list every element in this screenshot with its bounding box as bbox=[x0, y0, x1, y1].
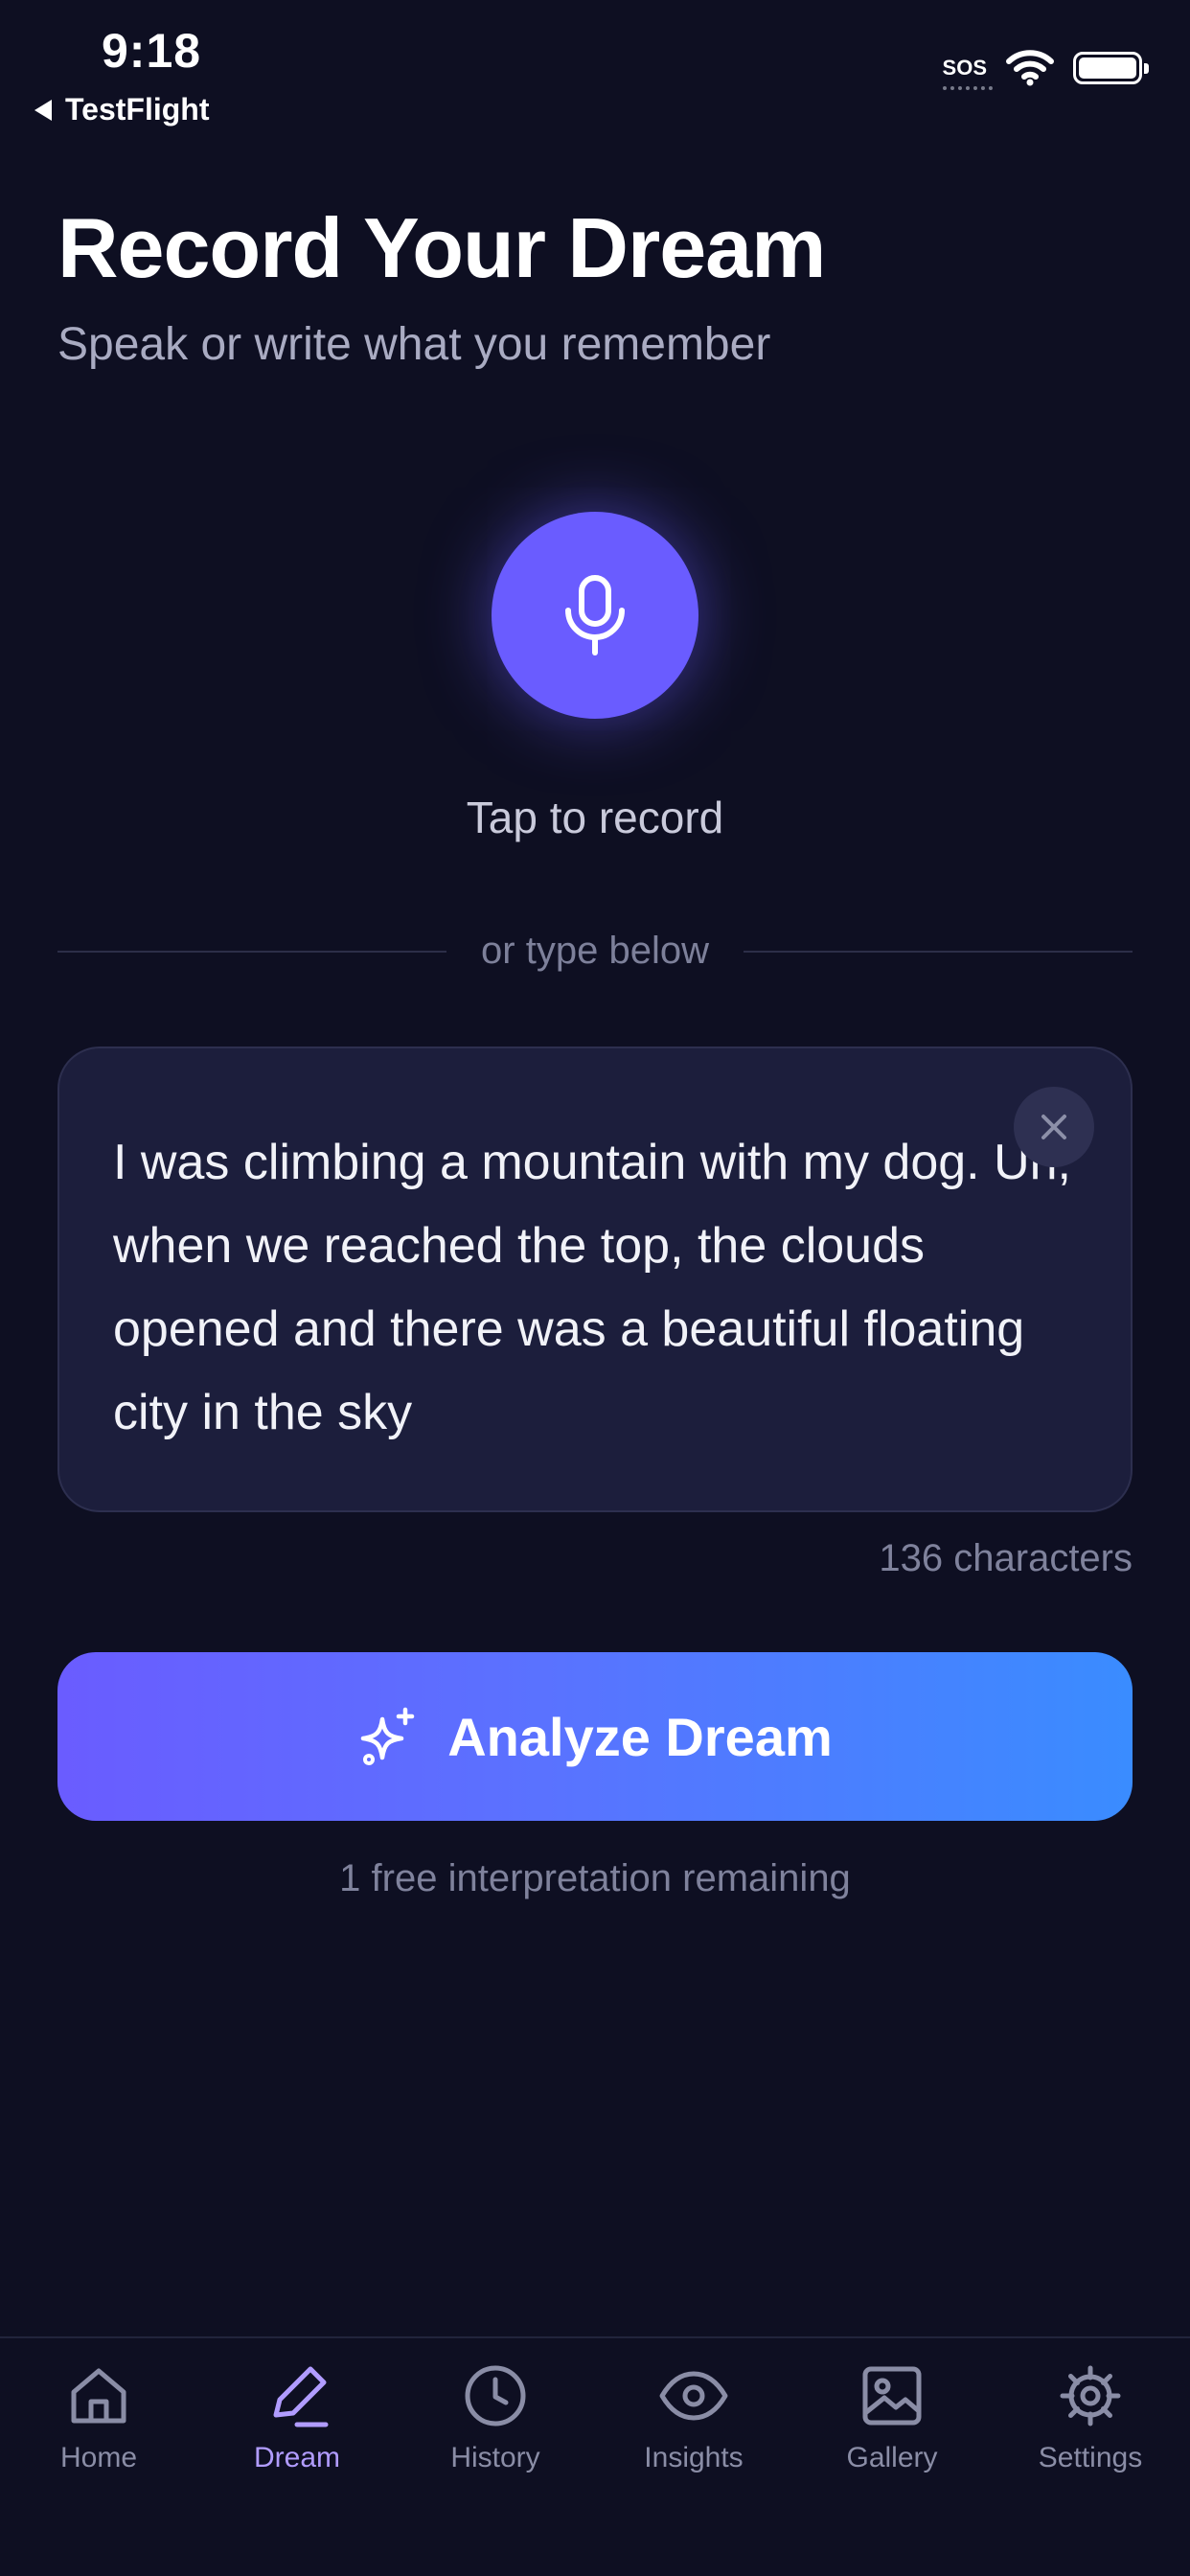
tab-insights-label: Insights bbox=[644, 2442, 744, 2473]
divider-line-left bbox=[57, 950, 447, 953]
tab-settings-label: Settings bbox=[1038, 2442, 1143, 2473]
record-button[interactable] bbox=[492, 512, 698, 719]
clear-text-button[interactable] bbox=[1014, 1087, 1094, 1167]
back-arrow-icon bbox=[34, 99, 52, 121]
sos-label: SOS bbox=[942, 56, 987, 80]
dream-text-value[interactable]: I was climbing a mountain with my dog. U… bbox=[113, 1121, 1077, 1455]
status-time: 9:18 bbox=[102, 24, 202, 78]
home-icon bbox=[71, 2368, 126, 2424]
signal-dots-icon bbox=[942, 86, 993, 90]
close-icon bbox=[1041, 1115, 1066, 1139]
tab-settings[interactable]: Settings bbox=[992, 2359, 1189, 2474]
divider-line-right bbox=[743, 950, 1133, 953]
eye-icon bbox=[659, 2371, 728, 2421]
dream-record-screen: 9:18 TestFlight SOS Record Your Dream Sp… bbox=[0, 0, 1190, 2576]
sparkles-icon bbox=[360, 1707, 415, 1765]
gear-icon bbox=[1060, 2365, 1121, 2426]
sos-indicator: SOS bbox=[942, 56, 993, 90]
bottom-tab-bar: Home Dream History Insights Gallery Sett… bbox=[0, 2336, 1190, 2576]
free-interpretations-remaining: 1 free interpretation remaining bbox=[339, 1857, 851, 1899]
status-indicators: SOS bbox=[942, 50, 1149, 90]
tab-home[interactable]: Home bbox=[0, 2359, 197, 2474]
tap-to-record-label: Tap to record bbox=[466, 793, 724, 842]
tab-home-label: Home bbox=[59, 2442, 138, 2473]
back-link-label: TestFlight bbox=[65, 92, 210, 126]
tab-gallery[interactable]: Gallery bbox=[793, 2359, 991, 2474]
dream-text-input[interactable]: I was climbing a mountain with my dog. U… bbox=[57, 1046, 1133, 1512]
page-subtitle: Speak or write what you remember bbox=[57, 319, 771, 370]
tab-history[interactable]: History bbox=[397, 2359, 594, 2474]
battery-icon bbox=[1073, 52, 1149, 84]
character-count: 136 characters bbox=[879, 1537, 1133, 1579]
or-divider: or type below bbox=[57, 930, 1133, 973]
tab-dream-label: Dream bbox=[253, 2442, 340, 2473]
clock-icon bbox=[465, 2365, 526, 2426]
divider-text: or type below bbox=[481, 930, 709, 972]
analyze-dream-label: Analyze Dream bbox=[447, 1706, 833, 1767]
microphone-icon bbox=[565, 575, 625, 656]
tab-insights[interactable]: Insights bbox=[595, 2359, 792, 2474]
tab-history-label: History bbox=[450, 2442, 540, 2473]
tab-dream[interactable]: Dream bbox=[198, 2359, 396, 2474]
page-title: Record Your Dream bbox=[57, 200, 826, 295]
image-icon bbox=[862, 2366, 922, 2426]
back-to-testflight-link[interactable]: TestFlight bbox=[34, 92, 210, 127]
analyze-dream-button[interactable]: Analyze Dream bbox=[57, 1652, 1133, 1821]
wifi-icon bbox=[1006, 50, 1054, 86]
tab-gallery-label: Gallery bbox=[846, 2442, 938, 2473]
pencil-icon bbox=[273, 2366, 329, 2427]
